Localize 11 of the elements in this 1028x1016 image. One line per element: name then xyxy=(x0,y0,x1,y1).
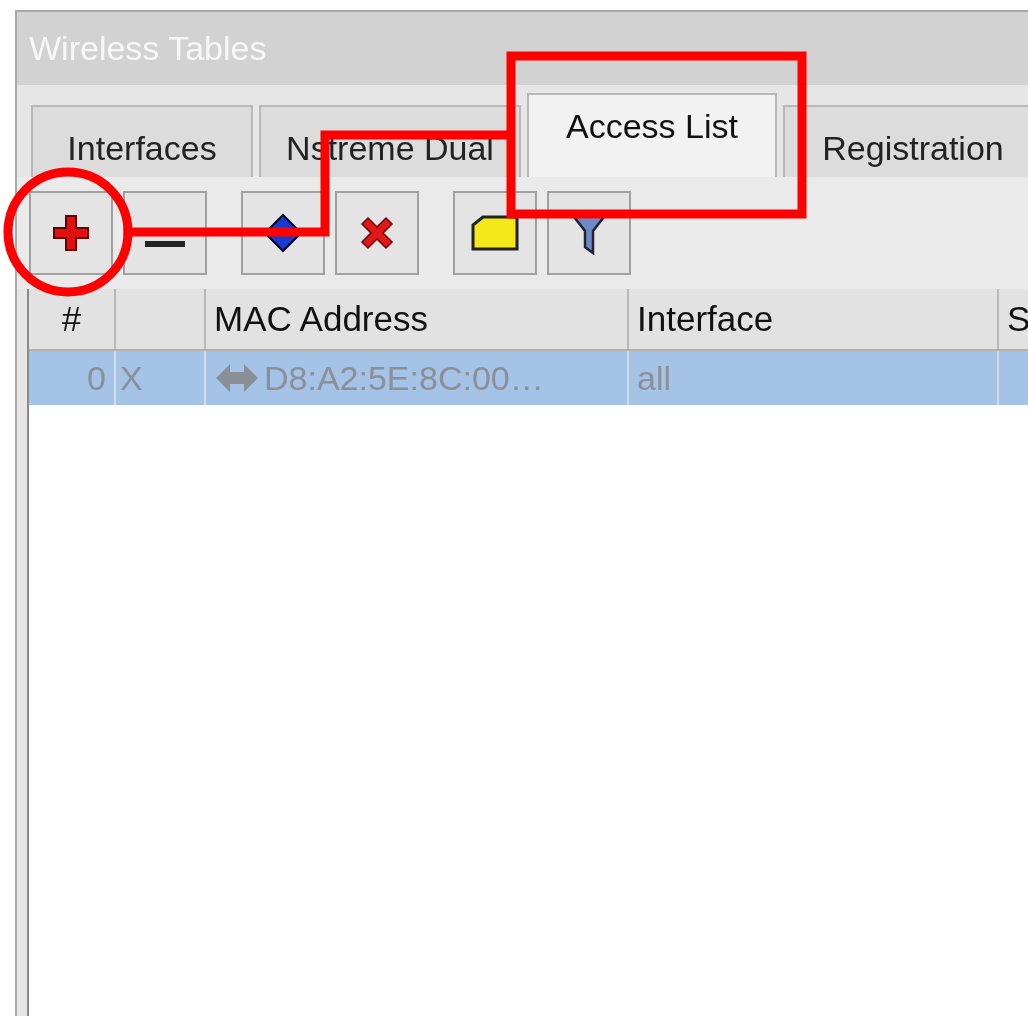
tab[interactable]: Access List xyxy=(527,93,777,177)
tab[interactable]: Registration xyxy=(783,105,1028,177)
column-header[interactable]: MAC Address xyxy=(206,289,629,349)
table-cell: all xyxy=(629,351,999,405)
table-cell: X xyxy=(116,351,206,405)
table-cell: 0 xyxy=(29,351,116,405)
table-cell-text: D8:A2:5E:8C:00… xyxy=(264,357,544,399)
column-header[interactable]: S xyxy=(999,289,1028,349)
tab[interactable]: Interfaces xyxy=(31,105,253,177)
column-header[interactable]: Interface xyxy=(629,289,999,349)
column-header[interactable]: # xyxy=(29,289,116,349)
